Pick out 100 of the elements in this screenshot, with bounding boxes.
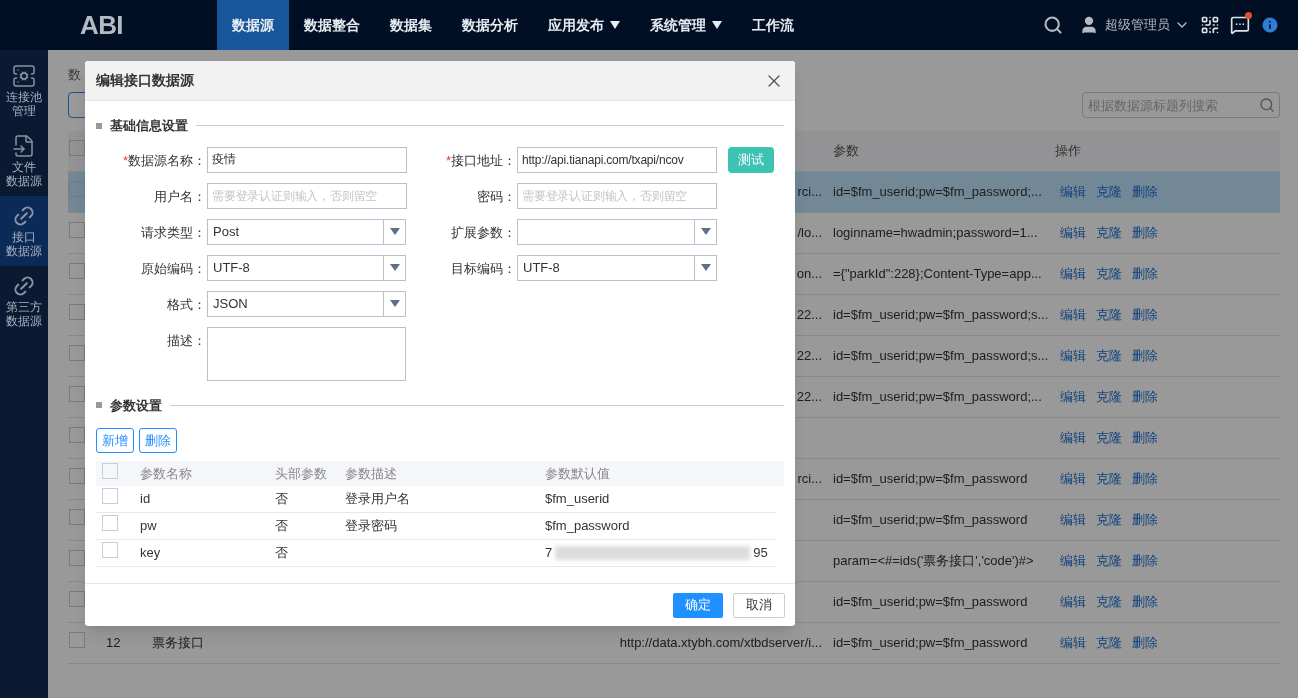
nav-tab[interactable]: 应用发布 (533, 0, 635, 50)
action-link[interactable]: 删除 (1132, 592, 1158, 612)
action-link[interactable]: 编辑 (1060, 633, 1086, 653)
sidebar-item[interactable]: 连接池 管理 (0, 56, 48, 126)
action-link[interactable]: 克隆 (1096, 592, 1122, 612)
action-link[interactable]: 删除 (1132, 510, 1158, 530)
text-field[interactable]: 疫情 (207, 146, 407, 173)
select-field[interactable] (517, 218, 717, 245)
select-field[interactable]: UTF-8 (207, 254, 406, 281)
checkbox[interactable] (69, 386, 85, 403)
sidebar-label: 接口 (12, 230, 36, 244)
text-field[interactable]: http://api.tianapi.com/txapi/ncov (517, 146, 717, 173)
action-link[interactable]: 编辑 (1060, 305, 1086, 325)
nav-tab[interactable]: 系统管理 (635, 0, 737, 50)
cancel-button[interactable]: 取消 (733, 592, 785, 618)
checkbox[interactable] (69, 468, 85, 485)
nav-tab[interactable]: 工作流 (737, 0, 809, 50)
action-link[interactable]: 克隆 (1096, 387, 1122, 407)
action-link[interactable]: 克隆 (1096, 551, 1122, 571)
message-icon[interactable] (1230, 15, 1250, 35)
nav-tab[interactable]: 数据分析 (447, 0, 533, 50)
param-button[interactable]: 删除 (139, 428, 177, 453)
action-link[interactable]: 克隆 (1096, 264, 1122, 284)
checkbox[interactable] (69, 591, 85, 608)
select-field[interactable]: Post (207, 218, 406, 245)
action-link[interactable]: 克隆 (1096, 223, 1122, 243)
action-link[interactable]: 删除 (1132, 223, 1158, 243)
ok-button[interactable]: 确定 (673, 592, 723, 618)
sidebar-item[interactable]: 接口 数据源 (0, 196, 48, 266)
sidebar-label: 管理 (12, 104, 36, 118)
table-cell-text: 95 (753, 544, 768, 563)
action-link[interactable]: 删除 (1132, 387, 1158, 407)
sidebar-item[interactable]: 文件 数据源 (0, 126, 48, 196)
action-link[interactable]: 编辑 (1060, 346, 1086, 366)
table-cell: id=$fm_userid;pw=$fm_password (833, 635, 1028, 651)
action-link[interactable]: 编辑 (1060, 428, 1086, 448)
action-link[interactable]: 克隆 (1096, 182, 1122, 202)
field-label: 接口地址： (451, 151, 516, 170)
action-link[interactable]: 克隆 (1096, 428, 1122, 448)
action-link[interactable]: 克隆 (1096, 633, 1122, 653)
table-cell-text: key (140, 544, 162, 563)
dropdown-triangle-icon (389, 300, 400, 307)
checkbox[interactable] (69, 509, 85, 526)
action-link[interactable]: 编辑 (1060, 510, 1086, 530)
param-button[interactable]: 新增 (96, 428, 134, 453)
checkbox[interactable] (69, 181, 85, 198)
qr-code-icon[interactable] (1200, 15, 1220, 35)
checkbox[interactable] (102, 488, 118, 505)
table-cell-text: rci... (797, 470, 822, 489)
checkbox[interactable] (69, 550, 85, 567)
action-link[interactable]: 编辑 (1060, 387, 1086, 407)
checkbox[interactable] (69, 222, 85, 239)
checkbox[interactable] (69, 263, 85, 280)
sidebar-item[interactable]: 第三方 数据源 (0, 266, 48, 336)
info-icon[interactable] (1260, 15, 1280, 35)
table-cell: ={"parkId":228};Content-Type=app... (833, 266, 1042, 282)
action-link[interactable]: 克隆 (1096, 346, 1122, 366)
file-icon (12, 134, 36, 158)
test-button[interactable]: 测试 (728, 146, 774, 173)
user-name[interactable]: 超级管理员 (1105, 15, 1170, 35)
action-link[interactable]: 删除 (1132, 469, 1158, 489)
field-label: 目标编码： (451, 259, 516, 278)
action-link[interactable]: 克隆 (1096, 510, 1122, 530)
checkbox[interactable] (69, 140, 85, 156)
checkbox[interactable] (69, 427, 85, 444)
action-link[interactable]: 删除 (1132, 551, 1158, 571)
action-link[interactable]: 编辑 (1060, 223, 1086, 243)
checkbox[interactable] (102, 462, 118, 479)
nav-tab[interactable]: 数据集 (375, 0, 447, 50)
checkbox[interactable] (69, 304, 85, 321)
action-link[interactable]: 编辑 (1060, 592, 1086, 612)
select-field[interactable]: JSON (207, 290, 406, 317)
action-link[interactable]: 编辑 (1060, 551, 1086, 571)
action-link[interactable]: 编辑 (1060, 182, 1086, 202)
action-link[interactable]: 编辑 (1060, 264, 1086, 284)
action-link[interactable]: 删除 (1132, 346, 1158, 366)
field-label: 描述： (167, 331, 206, 350)
checkbox[interactable] (102, 542, 118, 559)
action-link[interactable]: 删除 (1132, 633, 1158, 653)
checkbox[interactable] (102, 515, 118, 532)
nav-tab[interactable]: 数据源 (217, 0, 289, 50)
sidebar-label: 数据源 (6, 174, 42, 188)
select-field[interactable]: UTF-8 (517, 254, 717, 281)
checkbox[interactable] (69, 632, 85, 649)
action-link[interactable]: 删除 (1132, 264, 1158, 284)
action-link[interactable]: 删除 (1132, 428, 1158, 448)
user-icon[interactable] (1079, 15, 1099, 35)
table-cell: id=$fm_userid;pw=$fm_password (833, 594, 1028, 610)
table-cell: 登录密码 (345, 518, 397, 534)
action-link[interactable]: 删除 (1132, 305, 1158, 325)
checkbox[interactable] (69, 345, 85, 362)
dropdown-triangle-icon (389, 228, 400, 235)
sidebar-label: 文件 (12, 160, 36, 174)
nav-tab[interactable]: 数据整合 (289, 0, 375, 50)
action-link[interactable]: 克隆 (1096, 305, 1122, 325)
search-icon[interactable] (1043, 15, 1063, 35)
action-link[interactable]: 删除 (1132, 182, 1158, 202)
action-link[interactable]: 克隆 (1096, 469, 1122, 489)
action-link[interactable]: 编辑 (1060, 469, 1086, 489)
description-field[interactable] (207, 326, 406, 381)
